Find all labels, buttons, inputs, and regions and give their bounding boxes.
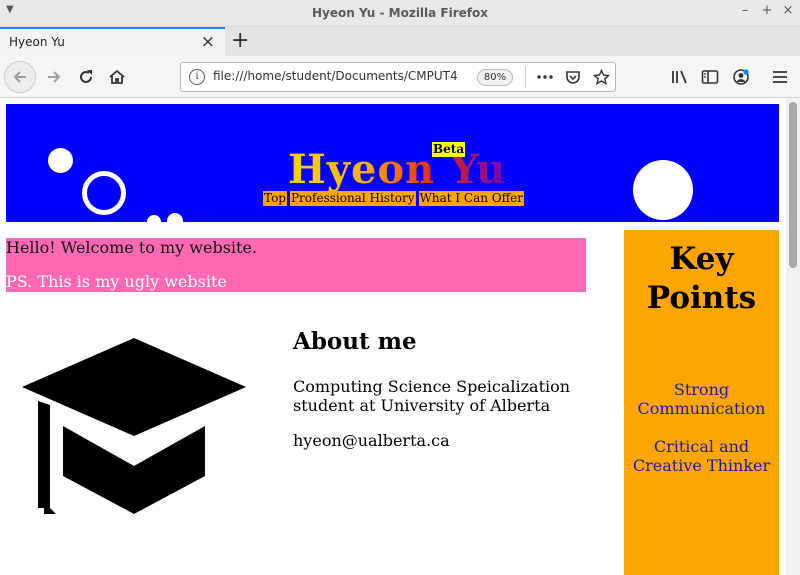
new-tab-icon[interactable]: + [231, 28, 249, 53]
key-point-item: Strong Communication [637, 380, 766, 418]
minimize-icon[interactable]: – [737, 3, 753, 18]
nav-link-professional-history[interactable]: Professional History [289, 191, 416, 206]
graduation-cap-icon [20, 338, 248, 534]
navigation-toolbar: i file:///home/student/Documents/CMPUT4 … [0, 56, 800, 98]
library-icon[interactable] [666, 63, 694, 91]
welcome-box: Hello! Welcome to my website. PS. This i… [6, 238, 586, 292]
bubble-decoration [147, 215, 161, 222]
key-points-panel: Key Points Strong Communication Critical… [624, 230, 779, 575]
site-name: Hyeon Yu [288, 146, 507, 193]
account-icon[interactable] [727, 63, 755, 91]
url-input[interactable]: file:///home/student/Documents/CMPUT4 [213, 69, 463, 83]
scrollbar-thumb[interactable] [789, 102, 797, 268]
ps-note: PS. This is my ugly website [6, 272, 227, 291]
bubble-decoration [82, 171, 126, 215]
zoom-indicator[interactable]: 80% [477, 69, 513, 86]
welcome-message: Hello! Welcome to my website. [6, 238, 258, 257]
info-icon[interactable]: i [189, 69, 205, 85]
ellipsis-icon[interactable] [535, 67, 555, 87]
email-address: hyeon@ualberta.ca [293, 431, 450, 450]
sidebar-icon[interactable] [696, 63, 724, 91]
tab-label: Hyeon Yu [9, 35, 65, 49]
url-bar[interactable]: i file:///home/student/Documents/CMPUT4 … [180, 62, 616, 92]
bubble-decoration [167, 213, 183, 222]
nav-link-what-i-can-offer[interactable]: What I Can Offer [418, 191, 524, 206]
arrow-left-icon[interactable] [4, 61, 36, 93]
tab-strip: Hyeon Yu × + [0, 27, 800, 56]
reload-icon[interactable] [72, 63, 100, 91]
arrow-right-icon[interactable] [40, 63, 68, 91]
close-tab-icon[interactable]: × [201, 32, 215, 52]
window-titlebar: ▼ Hyeon Yu - Mozilla Firefox – + × [0, 0, 800, 27]
bubble-decoration [48, 148, 73, 173]
beta-badge: Beta [432, 142, 466, 157]
pocket-icon[interactable] [563, 67, 583, 87]
bubble-decoration [633, 160, 693, 220]
maximize-icon[interactable]: + [759, 3, 775, 18]
page-scrollbar[interactable] [786, 98, 800, 575]
site-nav: Top Professional History What I Can Offe… [263, 191, 524, 206]
urlbar-divider [525, 66, 526, 88]
about-title: About me [293, 328, 417, 355]
about-description: Computing Science Speicalization student… [293, 377, 571, 415]
tab-hyeon-yu[interactable]: Hyeon Yu × [0, 27, 225, 56]
close-window-icon[interactable]: × [780, 3, 796, 18]
hamburger-icon[interactable] [766, 63, 794, 91]
site-banner: Hyeon Yu Beta Top Professional History W… [6, 104, 779, 222]
home-icon[interactable] [103, 63, 131, 91]
nav-link-top[interactable]: Top [263, 191, 287, 206]
star-icon[interactable] [591, 67, 611, 87]
page-content[interactable]: Hyeon Yu Beta Top Professional History W… [0, 98, 786, 575]
key-point-item: Critical and Creative Thinker [632, 437, 771, 475]
key-points-title: Key Points [646, 241, 757, 316]
window-title: Hyeon Yu - Mozilla Firefox [311, 6, 489, 20]
